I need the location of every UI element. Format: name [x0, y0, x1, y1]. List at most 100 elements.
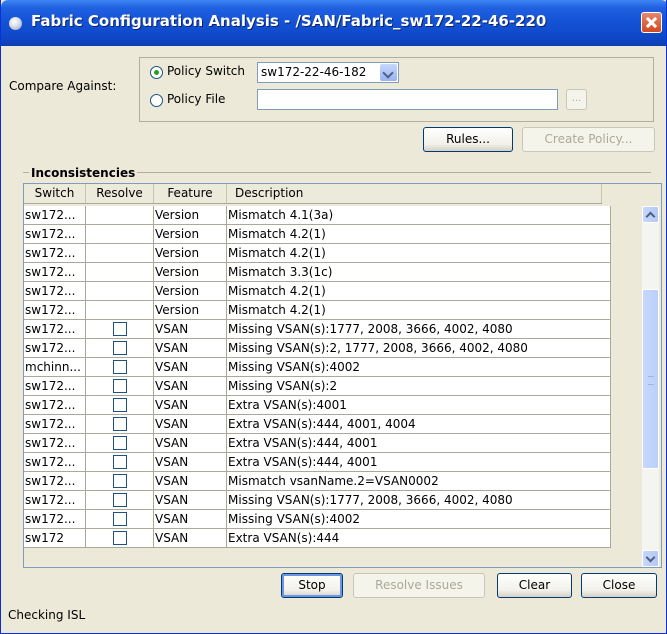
cell-feature: Version	[154, 244, 227, 262]
resolve-issues-button: Resolve Issues	[353, 573, 485, 598]
table-row[interactable]: sw172... VSAN Extra VSAN(s):444, 4001	[24, 434, 611, 453]
table-row[interactable]: sw172... Version Mismatch 4.2(1)	[24, 225, 611, 244]
col-resolve[interactable]: Resolve	[86, 184, 154, 203]
policy-switch-value: sw172-22-46-182	[261, 65, 367, 79]
close-window-button[interactable]	[641, 12, 662, 33]
cell-switch: sw172...	[24, 453, 86, 471]
cell-feature: VSAN	[154, 529, 227, 547]
policy-switch-radio[interactable]	[150, 66, 163, 79]
cell-resolve	[86, 263, 154, 281]
table-row[interactable]: sw172... VSAN Missing VSAN(s):2, 1777, 200…	[24, 339, 611, 358]
table-row[interactable]: sw172... VSAN Extra VSAN(s):444, 4001	[24, 453, 611, 472]
cell-feature: VSAN	[154, 358, 227, 376]
cell-switch: sw172...	[24, 491, 86, 509]
title-bar[interactable]: Fabric Configuration Analysis - /SAN/Fab…	[1, 0, 666, 46]
table-row[interactable]: sw172... Version Mismatch 4.2(1)	[24, 282, 611, 301]
cell-switch: sw172...	[24, 396, 86, 414]
policy-switch-label[interactable]: Policy Switch	[167, 64, 245, 78]
fabric-analysis-dialog: Fabric Configuration Analysis - /SAN/Fab…	[0, 0, 667, 634]
cell-description: Mismatch 4.2(1)	[227, 225, 611, 243]
table-row[interactable]: sw172... VSAN Missing VSAN(s):1777, 2008, …	[24, 491, 611, 510]
cell-description: Missing VSAN(s):2, 1777, 2008, 3666, 400…	[227, 339, 611, 357]
col-description[interactable]: Description	[227, 184, 602, 203]
cell-feature: VSAN	[154, 472, 227, 490]
policy-switch-select[interactable]: sw172-22-46-182	[257, 62, 399, 83]
cell-resolve	[86, 339, 154, 357]
inconsistencies-table[interactable]: Switch Resolve Feature Description sw172…	[23, 183, 662, 568]
scroll-thumb[interactable]	[642, 289, 659, 469]
app-icon	[9, 17, 22, 30]
col-feature[interactable]: Feature	[154, 184, 227, 203]
col-switch[interactable]: Switch	[24, 184, 86, 203]
resolve-checkbox[interactable]	[113, 398, 127, 412]
table-row[interactable]: sw172... VSAN Mismatch vsanName.2=VSAN0002	[24, 472, 611, 491]
resolve-checkbox[interactable]	[113, 531, 127, 545]
chevron-down-icon[interactable]	[380, 64, 397, 81]
cell-feature: VSAN	[154, 510, 227, 528]
cell-switch: sw172	[24, 529, 86, 547]
table-row[interactable]: sw172... Version Mismatch 3.3(1c)	[24, 263, 611, 282]
cell-switch: sw172...	[24, 206, 86, 224]
rules-button[interactable]: Rules...	[423, 127, 513, 152]
cell-feature: Version	[154, 206, 227, 224]
cell-resolve	[86, 396, 154, 414]
cell-switch: sw172...	[24, 510, 86, 528]
table-row[interactable]: sw172... VSAN Extra VSAN(s):4001	[24, 396, 611, 415]
policy-file-radio[interactable]	[150, 94, 163, 107]
resolve-checkbox[interactable]	[113, 512, 127, 526]
cell-description: Mismatch 3.3(1c)	[227, 263, 611, 281]
cell-feature: VSAN	[154, 491, 227, 509]
cell-description: Mismatch 4.2(1)	[227, 301, 611, 319]
cell-feature: VSAN	[154, 377, 227, 395]
resolve-checkbox[interactable]	[113, 360, 127, 374]
create-policy-button: Create Policy...	[522, 127, 655, 152]
table-row[interactable]: sw172... VSAN Missing VSAN(s):1777, 2008, …	[24, 320, 611, 339]
cell-description: Missing VSAN(s):1777, 2008, 3666, 4002, …	[227, 491, 611, 509]
table-row[interactable]: sw172... VSAN Extra VSAN(s):444, 4001, 400…	[24, 415, 611, 434]
cell-description: Missing VSAN(s):1777, 2008, 3666, 4002, …	[227, 320, 611, 338]
table-row[interactable]: sw172... VSAN Missing VSAN(s):4002	[24, 510, 611, 529]
table-row[interactable]: sw172... VSAN Missing VSAN(s):2	[24, 377, 611, 396]
cell-description: Extra VSAN(s):444, 4001	[227, 434, 611, 452]
cell-description: Missing VSAN(s):4002	[227, 358, 611, 376]
policy-file-label[interactable]: Policy File	[167, 92, 225, 106]
resolve-checkbox[interactable]	[113, 493, 127, 507]
vertical-scrollbar[interactable]	[642, 206, 659, 567]
resolve-checkbox[interactable]	[113, 474, 127, 488]
resolve-checkbox[interactable]	[113, 341, 127, 355]
table-body: sw172... Version Mismatch 4.1(3a) sw172... V…	[24, 206, 611, 548]
resolve-checkbox[interactable]	[113, 455, 127, 469]
cell-description: Extra VSAN(s):444	[227, 529, 611, 547]
clear-button[interactable]: Clear	[497, 573, 572, 598]
cell-resolve	[86, 320, 154, 338]
close-button[interactable]: Close	[581, 573, 657, 598]
table-row[interactable]: sw172 VSAN Extra VSAN(s):444	[24, 529, 611, 548]
cell-feature: Version	[154, 301, 227, 319]
cell-feature: VSAN	[154, 453, 227, 471]
browse-button: ...	[566, 89, 587, 110]
cell-description: Mismatch 4.2(1)	[227, 244, 611, 262]
table-row[interactable]: sw172... Version Mismatch 4.2(1)	[24, 244, 611, 263]
resolve-checkbox[interactable]	[113, 436, 127, 450]
scroll-down-icon[interactable]	[642, 550, 659, 567]
cell-switch: sw172...	[24, 339, 86, 357]
resolve-checkbox[interactable]	[113, 322, 127, 336]
cell-switch: sw172...	[24, 263, 86, 281]
scroll-up-icon[interactable]	[642, 206, 659, 223]
cell-resolve	[86, 453, 154, 471]
cell-resolve	[86, 206, 154, 224]
cell-feature: VSAN	[154, 434, 227, 452]
table-header: Switch Resolve Feature Description	[24, 184, 602, 204]
stop-button[interactable]: Stop	[281, 573, 343, 598]
cell-description: Mismatch vsanName.2=VSAN0002	[227, 472, 611, 490]
inconsistencies-title: Inconsistencies	[29, 166, 138, 180]
cell-feature: Version	[154, 225, 227, 243]
policy-file-input[interactable]	[257, 89, 558, 110]
table-row[interactable]: sw172... Version Mismatch 4.2(1)	[24, 301, 611, 320]
table-row[interactable]: sw172... Version Mismatch 4.1(3a)	[24, 206, 611, 225]
cell-resolve	[86, 282, 154, 300]
cell-resolve	[86, 529, 154, 547]
table-row[interactable]: mchinn... VSAN Missing VSAN(s):4002	[24, 358, 611, 377]
resolve-checkbox[interactable]	[113, 417, 127, 431]
resolve-checkbox[interactable]	[113, 379, 127, 393]
